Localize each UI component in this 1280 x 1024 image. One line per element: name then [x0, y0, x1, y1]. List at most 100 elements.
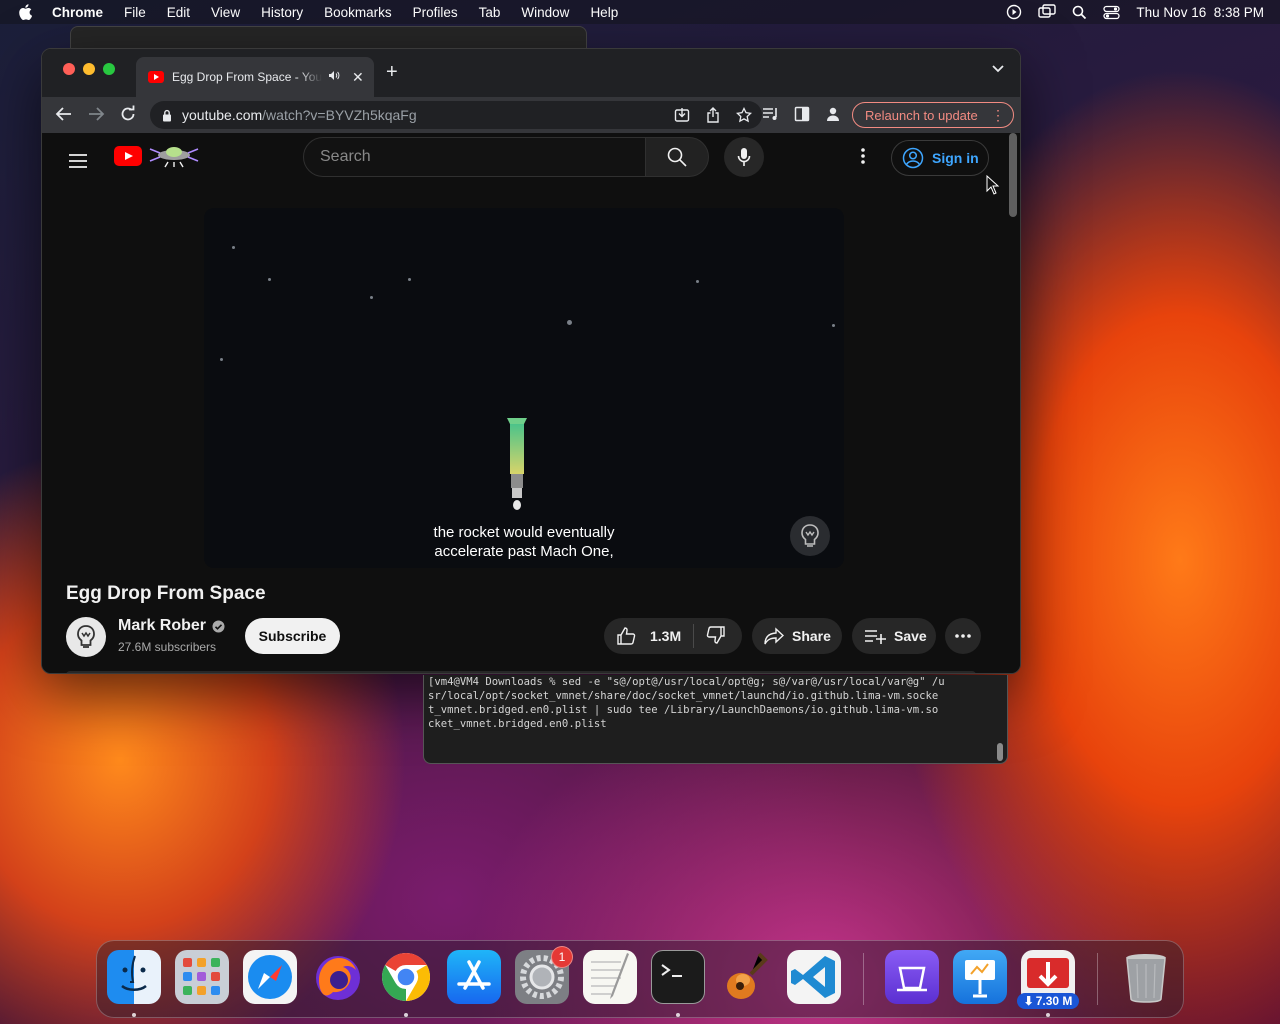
relaunch-to-update-button[interactable]: Relaunch to update ⋮ — [852, 102, 1014, 128]
new-tab-button[interactable]: + — [386, 61, 398, 84]
browser-toolbar: youtube.com/watch?v=BYVZh5kqaFg Relaunch… — [42, 97, 1020, 133]
share-button[interactable]: Share — [752, 618, 842, 654]
speaker-icon[interactable] — [328, 70, 340, 84]
channel-name[interactable]: Mark Rober — [118, 617, 225, 635]
page-scrollbar[interactable] — [1009, 133, 1017, 217]
menu-help[interactable]: Help — [590, 5, 618, 20]
like-divider — [693, 624, 695, 648]
menu-view[interactable]: View — [211, 5, 240, 20]
star — [370, 296, 373, 299]
sign-in-button[interactable]: Sign in — [891, 140, 989, 176]
search-icon — [667, 147, 687, 167]
dock-terminal-icon[interactable] — [651, 950, 705, 1004]
forward-arrow-icon[interactable] — [87, 105, 105, 123]
profile-avatar-icon[interactable] — [825, 106, 841, 122]
thumbs-down-icon — [706, 625, 725, 644]
menu-app-name[interactable]: Chrome — [52, 5, 103, 20]
sign-in-label: Sign in — [932, 150, 979, 166]
channel-avatar[interactable] — [66, 617, 106, 657]
dock-apple-configurator-icon[interactable] — [885, 950, 939, 1004]
dock-chrome-icon[interactable] — [379, 950, 433, 1004]
menu-window[interactable]: Window — [521, 5, 569, 20]
minimize-window-button[interactable] — [83, 63, 95, 75]
install-app-icon[interactable] — [674, 107, 690, 123]
side-panel-icon[interactable] — [794, 106, 810, 122]
download-progress-badge: ⬇ 7.30 M — [1017, 993, 1079, 1009]
like-button[interactable]: 1.3M — [604, 626, 681, 646]
more-vertical-icon[interactable]: ⋮ — [991, 107, 1005, 123]
star — [567, 320, 572, 325]
youtube-header: Search Sign in — [42, 133, 1020, 217]
share-page-icon[interactable] — [706, 107, 720, 123]
voice-search-button[interactable] — [724, 137, 764, 177]
youtube-logo-icon[interactable] — [114, 146, 142, 166]
bookmark-star-icon[interactable] — [736, 107, 752, 123]
caption-line-1: the rocket would eventually — [433, 524, 615, 541]
search-input[interactable]: Search — [303, 137, 646, 177]
dock-launchpad-icon[interactable] — [175, 950, 229, 1004]
dock-textedit-icon[interactable] — [583, 950, 637, 1004]
channel-watermark-icon[interactable] — [790, 516, 830, 556]
more-actions-button[interactable] — [945, 618, 981, 654]
chrome-window: Egg Drop From Space - YouTube ✕ + youtub… — [41, 48, 1021, 674]
dock-trash-icon[interactable] — [1119, 950, 1173, 1004]
terminal-scrollbar[interactable] — [997, 743, 1003, 761]
now-playing-icon[interactable] — [1006, 4, 1022, 20]
tab-strip: Egg Drop From Space - YouTube ✕ + — [42, 49, 1020, 97]
like-dislike-group: 1.3M — [604, 618, 742, 654]
save-label: Save — [894, 628, 927, 644]
terminal-window[interactable]: [vm4@VM4 Downloads % sed -e "s@/opt@/usr… — [423, 675, 1008, 764]
subscribe-button[interactable]: Subscribe — [245, 618, 340, 654]
menu-tab[interactable]: Tab — [479, 5, 501, 20]
dock-firefox-icon[interactable] — [311, 950, 365, 1004]
dislike-button[interactable] — [706, 625, 726, 648]
lock-icon[interactable] — [162, 109, 172, 122]
like-count: 1.3M — [650, 628, 682, 644]
reload-icon[interactable] — [119, 105, 137, 123]
zoom-window-button[interactable] — [103, 63, 115, 75]
dock-running-indicator — [132, 1013, 136, 1017]
back-arrow-icon[interactable] — [55, 105, 73, 123]
settings-more-icon[interactable] — [860, 147, 866, 165]
menu-bookmarks[interactable]: Bookmarks — [324, 5, 392, 20]
url-host: youtube.com — [182, 107, 263, 123]
menu-hamburger-icon[interactable] — [68, 153, 88, 169]
thumbs-up-icon — [617, 627, 636, 645]
dock-app-store-icon[interactable] — [447, 950, 501, 1004]
reading-list-icon[interactable] — [762, 106, 780, 122]
save-button[interactable]: Save — [852, 618, 936, 654]
screen-mirroring-icon[interactable] — [1038, 4, 1057, 20]
close-window-button[interactable] — [63, 63, 75, 75]
menu-edit[interactable]: Edit — [167, 5, 190, 20]
dock-keynote-icon[interactable] — [953, 950, 1007, 1004]
tab-title: Egg Drop From Space - YouTube — [172, 70, 322, 84]
share-label: Share — [792, 628, 831, 644]
menu-history[interactable]: History — [261, 5, 303, 20]
mouse-cursor-icon — [986, 175, 1000, 195]
dock-safari-icon[interactable] — [243, 950, 297, 1004]
close-tab-icon[interactable]: ✕ — [352, 69, 364, 86]
apple-icon[interactable] — [18, 4, 32, 20]
dock-running-indicator — [404, 1013, 408, 1017]
video-title: Egg Drop From Space — [66, 583, 266, 604]
dock-finder-icon[interactable] — [107, 950, 161, 1004]
dock-garageband-icon[interactable] — [719, 950, 773, 1004]
menubar-clock[interactable]: Thu Nov 16 8:38 PM — [1136, 5, 1264, 20]
browser-tab-youtube[interactable]: Egg Drop From Space - YouTube ✕ — [136, 57, 374, 97]
video-player[interactable]: the rocket would eventually accelerate p… — [204, 208, 844, 568]
star — [232, 246, 235, 249]
address-bar[interactable]: youtube.com/watch?v=BYVZh5kqaFg — [150, 101, 762, 129]
dock-running-indicator — [676, 1013, 680, 1017]
menu-file[interactable]: File — [124, 5, 146, 20]
dock-separator — [1097, 953, 1098, 1005]
chevron-down-icon[interactable] — [992, 65, 1004, 73]
star — [220, 358, 223, 361]
menu-profiles[interactable]: Profiles — [413, 5, 458, 20]
terminal-line: sr/local/opt/socket_vmnet/share/doc/sock… — [428, 690, 939, 702]
spotlight-search-icon[interactable] — [1072, 5, 1087, 20]
youtube-doodle-icon[interactable] — [148, 142, 200, 168]
control-center-icon[interactable] — [1103, 5, 1121, 20]
dock-vscode-icon[interactable] — [787, 950, 841, 1004]
dock-running-indicator — [1046, 1013, 1050, 1017]
search-button[interactable] — [645, 137, 709, 177]
